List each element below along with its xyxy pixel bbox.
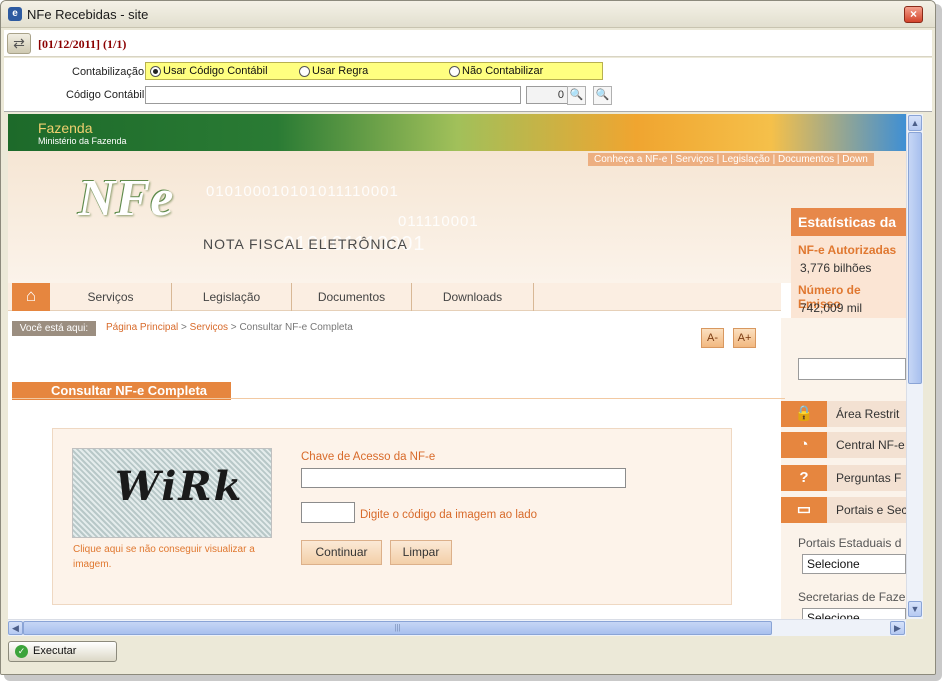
horizontal-scroll-thumb[interactable]: ||| [23, 621, 772, 635]
chave-acesso-label: Chave de Acesso da NF-e [301, 451, 436, 463]
codigo-contabil-input[interactable] [145, 86, 521, 104]
scroll-corner [906, 619, 923, 636]
title-bar: e NFe Recebidas - site × [1, 1, 935, 28]
vertical-scroll-thumb[interactable] [908, 132, 922, 384]
brand-title: Fazenda [38, 120, 93, 136]
font-increase-button[interactable]: A+ [733, 328, 756, 348]
swap-arrows-icon[interactable]: ⇄ [7, 33, 31, 54]
app-window: e NFe Recebidas - site × ⇄ [01/12/2011] … [0, 0, 936, 675]
binary-decoration: 011110001 [398, 213, 479, 230]
secretarias-label: Secretarias de Faze [798, 590, 906, 604]
breadcrumb-home-link[interactable]: Página Principal [106, 322, 178, 333]
captcha-code-label: Digite o código da imagem ao lado [360, 509, 538, 521]
codigo-contabil-label: Código Contábil [66, 89, 145, 101]
scroll-left-icon[interactable]: ◀ [8, 621, 23, 635]
radio-label: Usar Regra [312, 65, 369, 77]
stats-label: NF-e Autorizadas [798, 243, 897, 257]
contabilizacao-radio-group: Usar Código Contábil Usar Regra Não Cont… [145, 62, 603, 80]
execute-button[interactable]: ✓ Executar [8, 641, 117, 662]
sidebar-search-input[interactable] [798, 358, 906, 380]
embedded-browser: Fazenda Ministério da Fazenda Conheça a … [8, 114, 906, 619]
sidebar-item-central[interactable]: ◔ Central NF-e [781, 432, 906, 458]
stats-value: 742,009 mil [800, 301, 863, 315]
breadcrumb-separator: > [178, 322, 190, 333]
nfe-logo: NFe [78, 170, 174, 227]
portais-estaduais-select[interactable]: Selecione [802, 554, 906, 574]
headset-icon: ◔ [781, 432, 827, 458]
window-title: NFe Recebidas - site [27, 7, 149, 22]
top-links[interactable]: Conheça a NF-e | Serviços | Legislação |… [588, 153, 874, 166]
bottom-toolbar: ✓ Executar [1, 637, 935, 674]
view-icon[interactable]: 🔍 [593, 86, 612, 105]
breadcrumb-current: Consultar NF-e Completa [239, 322, 353, 333]
app-icon: e [8, 7, 22, 21]
radio-dot-icon [299, 65, 310, 77]
breadcrumb-label: Você está aqui: [12, 321, 96, 336]
breadcrumb-separator: > [228, 322, 240, 333]
horizontal-scrollbar[interactable]: ◀ ||| ▶ [8, 619, 906, 636]
scroll-right-icon[interactable]: ▶ [890, 621, 905, 635]
stats-value: 3,776 bilhões [800, 261, 872, 275]
portais-estaduais-label: Portais Estaduais d [798, 536, 902, 550]
site-menu: ⌂ Serviços Legislação Documentos Downloa… [8, 283, 781, 311]
brand-subtitle: Ministério da Fazenda [38, 136, 127, 146]
sidebar-item-portais[interactable]: ▭ Portais e Sec [781, 497, 906, 523]
captcha-text: WiRk [115, 463, 244, 510]
codigo-number-field[interactable]: 0 [526, 86, 568, 104]
portal-icon: ▭ [781, 497, 827, 523]
sidebar-item-area-restrita[interactable]: 🔒 Área Restrit [781, 401, 906, 427]
menu-downloads[interactable]: Downloads [412, 283, 534, 311]
navigation-bar: ⇄ [01/12/2011] (1/1) [4, 30, 932, 57]
radio-usar-regra[interactable]: Usar Regra [299, 65, 368, 77]
question-icon: ? [781, 465, 827, 491]
search-icon[interactable]: 🔍 [567, 86, 586, 105]
chave-acesso-input[interactable] [301, 468, 626, 488]
logo-subtitle: NOTA FISCAL ELETRÔNICA [203, 236, 408, 252]
hero-header: Conheça a NF-e | Serviços | Legislação |… [8, 151, 906, 283]
sidebar-item-label: Área Restrit [836, 407, 900, 421]
continuar-button[interactable]: Continuar [301, 540, 382, 565]
sidebar-item-perguntas[interactable]: ? Perguntas F [781, 465, 906, 491]
radio-nao-contabilizar[interactable]: Não Contabilizar [449, 65, 543, 77]
divider [12, 398, 785, 399]
limpar-button[interactable]: Limpar [390, 540, 452, 565]
check-icon: ✓ [15, 645, 28, 658]
radio-label: Não Contabilizar [462, 65, 544, 77]
lock-icon: 🔒 [781, 401, 827, 427]
sidebar-item-label: Portais e Sec [836, 503, 906, 517]
scroll-up-icon[interactable]: ▲ [908, 115, 922, 131]
filter-panel: Contabilização Usar Código Contábil Usar… [4, 58, 932, 112]
menu-legislacao[interactable]: Legislação [172, 283, 292, 311]
sidebar-item-label: Central NF-e [836, 438, 905, 452]
scroll-down-icon[interactable]: ▼ [908, 601, 922, 617]
vertical-scrollbar[interactable]: ▲ ▼ [906, 114, 923, 619]
stats-title: Estatísticas da N [791, 208, 906, 258]
radio-dot-icon [150, 65, 161, 77]
menu-documentos[interactable]: Documentos [292, 283, 412, 311]
radio-label: Usar Código Contábil [163, 65, 268, 77]
home-icon[interactable]: ⌂ [12, 283, 50, 311]
close-button[interactable]: × [904, 6, 923, 23]
captcha-image: WiRk [72, 448, 272, 538]
execute-label: Executar [33, 645, 77, 657]
font-decrease-button[interactable]: A- [701, 328, 724, 348]
menu-servicos[interactable]: Serviços [50, 283, 172, 311]
secretarias-select[interactable]: Selecione [802, 608, 906, 619]
sidebar-item-label: Perguntas F [836, 471, 902, 485]
date-counter: [01/12/2011] (1/1) [38, 37, 127, 51]
captcha-help-link[interactable]: Clique aqui se não conseguir visualizar … [73, 542, 283, 572]
radio-usar-codigo[interactable]: Usar Código Contábil [150, 65, 268, 77]
breadcrumb-services-link[interactable]: Serviços [190, 322, 228, 333]
breadcrumb: Página Principal > Serviços > Consultar … [106, 322, 353, 333]
binary-decoration: 010100010101011110001 [206, 183, 399, 200]
stats-panel: NF-e Autorizadas 3,776 bilhões Número de… [791, 236, 906, 318]
site-banner: Fazenda Ministério da Fazenda [8, 114, 906, 151]
radio-dot-icon [449, 65, 460, 77]
captcha-code-input[interactable] [301, 502, 355, 523]
contabilizacao-label: Contabilização [72, 66, 145, 78]
